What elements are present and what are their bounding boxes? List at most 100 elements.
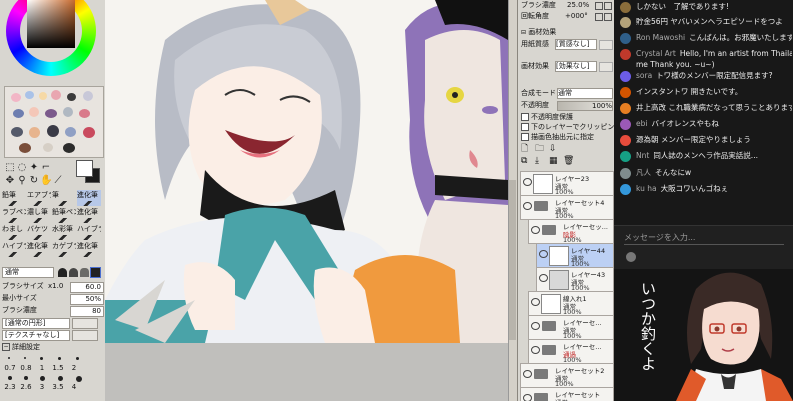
layer-item[interactable]: レイヤー23 通常 100% [520,171,614,196]
tool-evolve-brush-2[interactable]: 進化筆 [77,207,101,223]
emoji-icon[interactable] [626,252,636,262]
clear-layer-icon[interactable]: ▦ [549,156,558,167]
texture-select[interactable]: [テクスチャなし] [2,330,70,341]
layer-folder-item[interactable]: レイヤーセット4 通常 100% [520,195,614,220]
texture-header[interactable]: ⊟ 画材効果 [521,27,613,38]
drawing-canvas[interactable] [105,0,508,343]
size-dot[interactable] [24,357,26,359]
size-dot[interactable] [76,357,79,360]
brush-size-value[interactable]: 60.0 [70,282,104,293]
tool-hi-brush-2[interactable]: ハイブラシ [2,241,26,257]
tool-hi-brush[interactable]: ハイブラ [77,224,101,240]
size-dot[interactable] [40,357,43,360]
size-dot[interactable] [24,376,28,380]
opacity-slider[interactable]: 100% [557,101,613,111]
tool-brush[interactable]: 筆 [52,190,76,206]
blend-mode-select[interactable]: 通常 [2,267,54,278]
visibility-eye-icon[interactable] [539,274,548,282]
visibility-eye-icon[interactable] [531,226,540,234]
visibility-eye-icon[interactable] [523,370,532,378]
min-size-value[interactable]: 50% [70,294,104,305]
toggle-icon[interactable] [604,2,612,10]
paper-strength[interactable] [599,40,613,50]
checkbox[interactable] [521,123,529,131]
rotate-icon[interactable]: ↻ [28,175,40,187]
tool-evolve-brush[interactable]: 進化筆 [77,190,101,206]
blend-mode-row: 通常 [2,267,103,278]
brush-density-value[interactable]: 80 [70,306,104,317]
brush-shape-square-icon[interactable] [90,267,101,278]
flip-icon[interactable] [604,13,612,21]
brush-shape-flat-icon[interactable] [80,268,89,277]
lasso-icon[interactable]: ◌ [16,162,28,174]
new-folder-icon[interactable]: 🗀 [535,144,544,155]
layer-folder-item[interactable]: レイヤーセ... 通過 100% [528,339,614,364]
layer-folder-item[interactable]: レイヤーセッ... 陰影 100% [528,219,614,244]
checkbox[interactable] [521,113,529,121]
composite-mode-select[interactable]: 通常 [557,88,613,99]
layer-item[interactable]: 線入れ1 通常 100% [528,291,614,316]
brush-shape-strength[interactable] [72,318,98,329]
chat-message-input[interactable]: メッセージを入力... [624,232,784,245]
min-size-row: 最小サイズ 50% [2,293,104,305]
brush-shape-select[interactable]: [通常の円形] [2,318,70,329]
size-dot[interactable] [58,357,61,360]
toggle-icon[interactable] [595,2,603,10]
scratchpad[interactable] [4,86,104,158]
reset-rotation-icon[interactable] [595,13,603,21]
tool-evolve-brush-4[interactable]: 進化筆 [77,241,101,257]
fg-bg-color[interactable] [76,160,100,183]
tool-shadow-brush[interactable]: カゲブラ [52,241,76,257]
checkbox[interactable] [521,133,529,141]
tool-rough-pen[interactable]: ラブペン [2,207,26,223]
size-dot[interactable] [58,376,63,381]
layer-folder-item[interactable]: レイヤーセット2 通常 100% [520,363,614,388]
select-rect-icon[interactable]: ⬚ [4,162,16,174]
saturation-value-square[interactable] [27,0,75,48]
pipette-icon[interactable]: ⟋ [52,175,64,187]
delete-layer-icon[interactable]: 🗑 [563,156,574,167]
layer-item[interactable]: レイヤー43 通常 100% [536,267,614,292]
material-effect-select[interactable]: [効果なし] [555,61,597,72]
eyedropper-icon[interactable]: ⌐ [40,162,52,174]
zoom-icon[interactable]: ⚲ [16,175,28,187]
foreground-color-swatch[interactable] [76,160,93,177]
avatar [620,70,631,82]
paper-texture-select[interactable]: [質感なし] [555,39,597,50]
visibility-eye-icon[interactable] [531,322,540,330]
move-icon[interactable]: ✥ [4,175,16,187]
layer-item-selected[interactable]: レイヤー44 通常 100% [536,243,614,268]
tool-watercolor[interactable]: 水彩筆 [52,224,76,240]
size-dot[interactable] [8,357,10,359]
visibility-eye-icon[interactable] [531,298,540,306]
material-strength[interactable] [599,62,613,72]
layer-folder-item[interactable]: レイヤーセット 通常 [520,387,614,401]
tool-thick-brush[interactable]: 濃し筆 [27,207,51,223]
visibility-eye-icon[interactable] [539,250,548,258]
tool-blur[interactable]: わまし [2,224,26,240]
new-layer-icon[interactable]: 🗋 [521,144,528,155]
check-source-pick[interactable]: 描画色抽出元に指定 [521,132,613,143]
tool-bucket[interactable]: バケツ [27,224,51,240]
brush-shape-soft-icon[interactable] [69,268,78,277]
merge-down-icon[interactable]: ⤓ [535,156,539,167]
tool-pencil[interactable]: 鉛筆 [2,190,26,206]
merge-icon[interactable]: ⇩ [549,144,557,155]
canvas-scrollbar-thumb[interactable] [509,180,516,340]
texture-strength[interactable] [72,330,98,341]
size-dot[interactable] [8,376,12,380]
copy-layer-icon[interactable]: ⧉ [521,156,527,167]
detail-settings-row[interactable]: − 詳細設定 [2,342,103,353]
size-dot[interactable] [40,376,45,381]
visibility-eye-icon[interactable] [523,202,532,210]
tool-evolve-brush-3[interactable]: 進化筆 [27,241,51,257]
tool-airbrush[interactable]: エアブラ [27,190,51,206]
tool-pencil-pen[interactable]: 鉛筆ペン [52,207,76,223]
visibility-eye-icon[interactable] [523,394,532,401]
brush-shape-round-icon[interactable] [58,268,67,277]
layer-folder-item[interactable]: レイヤーセ... 通常 100% [528,315,614,340]
visibility-eye-icon[interactable] [531,346,540,354]
magic-wand-icon[interactable]: ✦ [28,162,40,174]
hand-icon[interactable]: ✋ [40,175,52,187]
visibility-eye-icon[interactable] [523,178,532,186]
